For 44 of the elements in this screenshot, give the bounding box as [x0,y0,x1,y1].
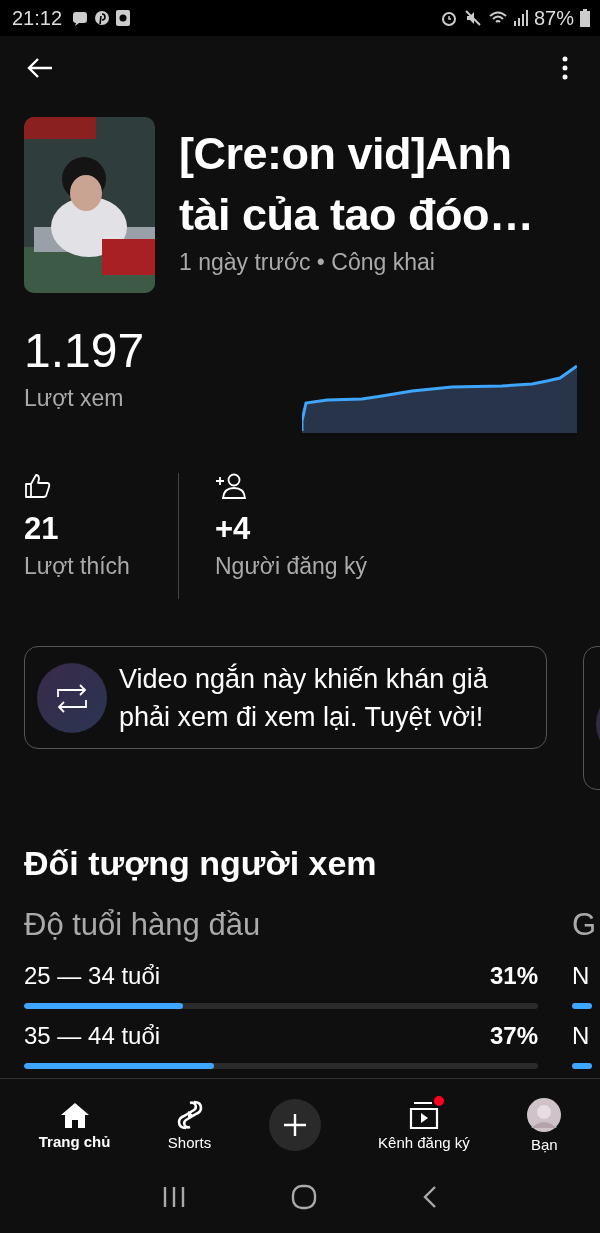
age-range: 35 — 44 tuổi [24,1022,161,1050]
row-label: N [572,962,590,990]
shorts-icon [176,1099,203,1130]
repeat-icon [37,662,107,733]
percent-value: 37% [489,1022,538,1050]
add-person-icon [215,473,247,499]
column-title: Độ tuổi hàng đầu [24,907,262,944]
back-icon[interactable] [421,1185,438,1209]
column-title: G [572,907,597,944]
progress-fill [572,1063,592,1069]
nav-tab[interactable]: Bạn [527,1097,562,1153]
insight-text: Video ngắn này khiến khán giả phải xem đi xem lại. Tuyệt vời! [119,662,489,734]
signal-icon [513,10,528,26]
battery-icon [580,9,590,27]
home-icon [59,1100,90,1129]
mute-icon [463,9,482,27]
section-heading: Đối tượng người xem [23,843,378,883]
plus-icon [282,1113,307,1137]
video-title: [Cre:on vid]Anh tài của tao đóo… [179,127,535,242]
video-meta: 1 ngày trước • Công khai [179,249,436,276]
nav-tab[interactable]: Shorts [167,1099,212,1151]
clock: 21:12 [12,6,63,30]
stat-label: Người đăng ký [215,553,367,580]
pin-app-icon [94,10,111,26]
stat-value: +4 [215,511,251,547]
nav-tab[interactable]: Kênh đăng ký [378,1099,470,1151]
view-count: 1.197 [24,323,145,379]
subscriptions-icon [407,1099,440,1130]
battery-percent: 87% [533,6,574,30]
recent-apps-icon[interactable] [162,1186,187,1208]
view-label: Lượt xem [24,385,125,412]
progress-fill [572,1003,592,1009]
stat-label: Lượt thích [24,553,130,580]
chat-app-icon [72,10,89,26]
thumbs-up-icon [24,473,52,499]
back-arrow-icon[interactable] [26,56,54,80]
stat-value: 21 [24,511,59,547]
percent-value: 31% [489,962,538,990]
more-options-icon[interactable] [562,56,568,80]
alarm-icon [439,9,458,27]
nav-tab[interactable]: Trang chủ [38,1100,111,1150]
avatar [527,1097,562,1132]
age-range: 25 — 34 tuổi [24,962,161,990]
row-label: N [572,1022,590,1050]
